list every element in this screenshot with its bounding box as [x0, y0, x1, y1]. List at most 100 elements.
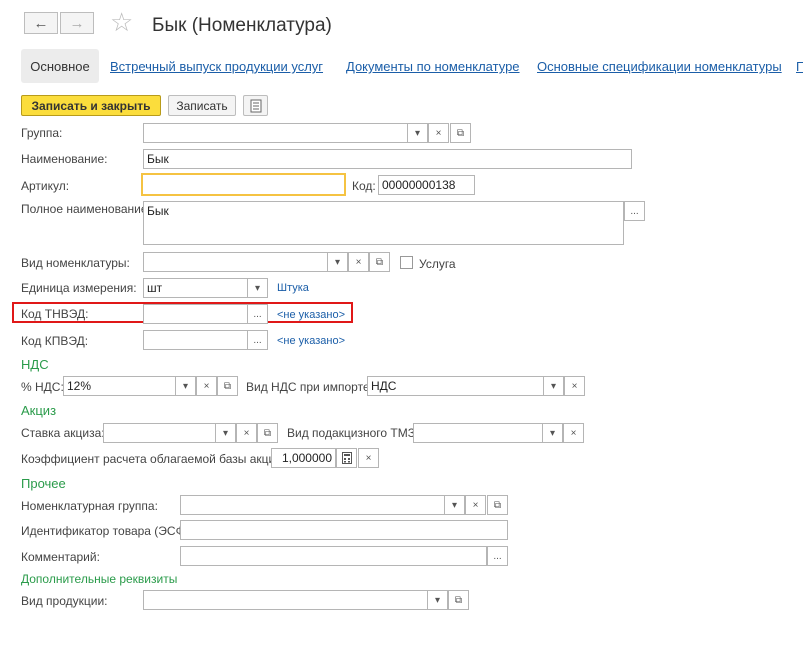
other-section-title: Прочее [21, 476, 66, 491]
arrow-right-icon: → [69, 14, 85, 32]
extra-section-title: Дополнительные реквизиты [21, 572, 178, 586]
chevron-down-icon: ▾ [222, 427, 229, 439]
excise-coef-label: Коэффициент расчета облагаемой базы акци… [21, 452, 291, 466]
vat-rate-label: % НДС: [21, 380, 64, 394]
tab-specifications[interactable]: Основные спецификации номенклатуры [537, 59, 782, 74]
ellipsis-icon: ... [630, 205, 639, 217]
excise-coef-field[interactable]: 1,000000 [271, 448, 336, 468]
vat-import-clear-button[interactable]: × [564, 376, 585, 396]
excise-rate-label: Ставка акциза: [21, 426, 105, 440]
tab-more[interactable]: П [796, 59, 803, 74]
back-button[interactable]: ← [24, 12, 58, 34]
excise-kind-clear-button[interactable]: × [563, 423, 584, 443]
kind-open-button[interactable]: ⧉ [369, 252, 390, 272]
kind-dropdown-button[interactable]: ▾ [327, 252, 348, 272]
service-label: Услуга [419, 257, 456, 271]
nomenclature-group-field[interactable] [180, 495, 445, 515]
close-icon: × [203, 380, 210, 392]
page-title: Бык (Номенклатура) [152, 15, 332, 36]
tab-main[interactable]: Основное [21, 49, 99, 83]
save-and-close-button[interactable]: Записать и закрыть [21, 95, 161, 116]
favorite-star-icon[interactable]: ☆ [110, 9, 133, 35]
excise-section-title: Акциз [21, 403, 57, 418]
group-open-button[interactable]: ⧉ [450, 123, 471, 143]
arrow-left-icon: ← [33, 14, 49, 32]
vat-import-label: Вид НДС при импорте: [246, 380, 373, 394]
comment-label: Комментарий: [21, 550, 100, 564]
excise-rate-field[interactable] [103, 423, 216, 443]
vat-import-dropdown-button[interactable]: ▾ [543, 376, 564, 396]
tnved-link[interactable]: <не указано> [277, 309, 345, 321]
name-field[interactable]: Бык [143, 149, 632, 169]
kpved-link[interactable]: <не указано> [277, 335, 345, 347]
full-name-field[interactable]: Бык [143, 201, 624, 245]
excise-kind-label: Вид подакцизного ТМЗ: [287, 426, 419, 440]
unit-field[interactable]: шт [143, 278, 248, 298]
group-dropdown-button[interactable]: ▾ [407, 123, 428, 143]
vat-rate-dropdown-button[interactable]: ▾ [175, 376, 196, 396]
close-icon: × [435, 127, 442, 139]
nomenclature-group-label: Номенклатурная группа: [21, 499, 158, 513]
report-button[interactable] [243, 95, 268, 116]
code-field[interactable]: 00000000138 [378, 175, 475, 195]
close-icon: × [571, 380, 578, 392]
name-label: Наименование: [21, 152, 108, 166]
kpved-select-button[interactable]: ... [247, 330, 268, 350]
vat-import-field[interactable]: НДС [367, 376, 544, 396]
service-checkbox[interactable] [400, 256, 413, 269]
tab-counter-release[interactable]: Встречный выпуск продукции услуг [110, 59, 323, 74]
group-field[interactable] [143, 123, 408, 143]
group-clear-button[interactable]: × [428, 123, 449, 143]
product-id-field[interactable] [180, 520, 508, 540]
product-kind-field[interactable] [143, 590, 428, 610]
kind-clear-button[interactable]: × [348, 252, 369, 272]
ellipsis-icon: ... [493, 550, 502, 562]
save-button[interactable]: Записать [168, 95, 236, 116]
vat-rate-field[interactable]: 12% [63, 376, 176, 396]
tnved-field[interactable] [143, 304, 248, 324]
tnved-select-button[interactable]: ... [247, 304, 268, 324]
chevron-down-icon: ▾ [414, 127, 421, 139]
product-kind-open-button[interactable]: ⧉ [448, 590, 469, 610]
excise-rate-clear-button[interactable]: × [236, 423, 257, 443]
kpved-field[interactable] [143, 330, 248, 350]
nomenclature-group-clear-button[interactable]: × [465, 495, 486, 515]
excise-rate-open-button[interactable]: ⧉ [257, 423, 278, 443]
tab-documents[interactable]: Документы по номенклатуре [346, 59, 520, 74]
close-icon: × [472, 499, 479, 511]
open-icon: ⧉ [456, 127, 465, 139]
vat-rate-open-button[interactable]: ⧉ [217, 376, 238, 396]
product-kind-dropdown-button[interactable]: ▾ [427, 590, 448, 610]
open-icon: ⧉ [375, 256, 384, 268]
excise-kind-field[interactable] [413, 423, 543, 443]
excise-coef-clear-button[interactable]: × [358, 448, 379, 468]
vat-rate-clear-button[interactable]: × [196, 376, 217, 396]
open-icon: ⧉ [493, 499, 502, 511]
chevron-down-icon: ▾ [334, 256, 341, 268]
unit-dropdown-button[interactable]: ▾ [247, 278, 268, 298]
chevron-down-icon: ▾ [434, 594, 441, 606]
code-label: Код: [352, 179, 376, 193]
tnved-label: Код ТНВЭД: [21, 307, 89, 321]
article-field[interactable] [141, 173, 346, 196]
full-name-more-button[interactable]: ... [624, 201, 645, 221]
forward-button[interactable]: → [60, 12, 94, 34]
unit-link[interactable]: Штука [277, 282, 309, 294]
comment-field[interactable] [180, 546, 487, 566]
comment-more-button[interactable]: ... [487, 546, 508, 566]
close-icon: × [243, 427, 250, 439]
group-label: Группа: [21, 126, 63, 140]
kind-label: Вид номенклатуры: [21, 256, 130, 270]
nomenclature-group-open-button[interactable]: ⧉ [487, 495, 508, 515]
kind-field[interactable] [143, 252, 328, 272]
close-icon: × [570, 427, 577, 439]
excise-rate-dropdown-button[interactable]: ▾ [215, 423, 236, 443]
excise-coef-calc-button[interactable] [336, 448, 357, 468]
nomenclature-group-dropdown-button[interactable]: ▾ [444, 495, 465, 515]
close-icon: × [355, 256, 362, 268]
open-icon: ⧉ [454, 594, 463, 606]
calculator-icon [341, 452, 352, 464]
product-id-label: Идентификатор товара (ЭСФ): [21, 524, 193, 538]
excise-kind-dropdown-button[interactable]: ▾ [542, 423, 563, 443]
chevron-down-icon: ▾ [550, 380, 557, 392]
